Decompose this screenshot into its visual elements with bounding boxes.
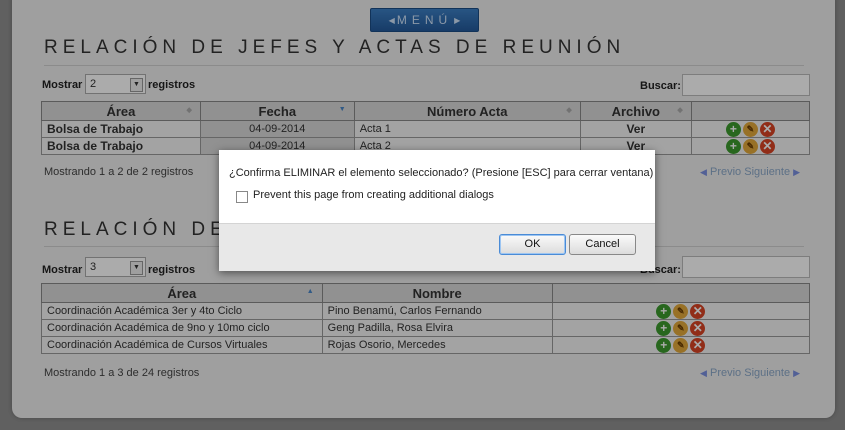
dialog-message: ¿Confirma ELIMINAR el elemento seleccion… xyxy=(229,167,654,179)
confirm-dialog: ¿Confirma ELIMINAR el elemento seleccion… xyxy=(219,150,655,271)
cancel-button[interactable]: Cancel xyxy=(569,234,636,255)
prevent-dialogs-label[interactable]: Prevent this page from creating addition… xyxy=(253,189,494,201)
dialog-footer: OK Cancel xyxy=(219,223,655,271)
prevent-dialogs-checkbox[interactable] xyxy=(236,191,248,203)
ok-button[interactable]: OK xyxy=(499,234,566,255)
